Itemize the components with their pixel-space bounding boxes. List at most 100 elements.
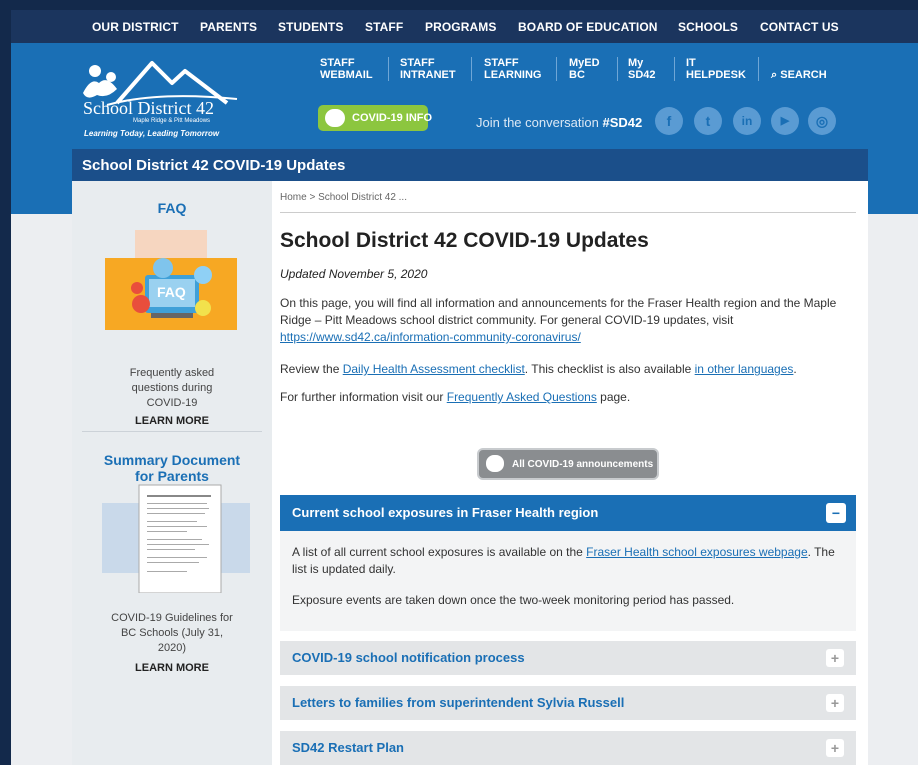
fraser-health-exposures-link[interactable]: Fraser Health school exposures webpage [586, 545, 807, 559]
link-line2: HELPDESK [686, 69, 746, 81]
review-pre: Review the [280, 362, 343, 376]
link-staff-intranet[interactable]: STAFF INTRANET [400, 57, 456, 81]
announcements-label: All COVID-19 announcements [512, 459, 654, 470]
divider [388, 57, 389, 81]
link-my-sd42[interactable]: My SD42 [628, 57, 656, 81]
further-pre: For further information visit our [280, 390, 447, 404]
summary-description: COVID-19 Guidelines for BC Schools (July… [111, 612, 233, 654]
link-line1: STAFF [400, 57, 435, 69]
nav-contact-us[interactable]: CONTACT US [760, 20, 839, 34]
faq-illustration-icon [105, 230, 237, 330]
facebook-icon[interactable]: f [655, 107, 683, 135]
divider [556, 57, 557, 81]
plus-icon[interactable]: + [826, 694, 844, 712]
breadcrumb[interactable]: Home > School District 42 ... [280, 192, 407, 203]
accordion-header-restart-plan[interactable]: SD42 Restart Plan + [280, 731, 856, 765]
all-announcements-button[interactable]: All COVID-19 announcements [477, 448, 659, 480]
community-coronavirus-link[interactable]: https://www.sd42.ca/information-communit… [280, 330, 581, 344]
daily-health-checklist-link[interactable]: Daily Health Assessment checklist [343, 362, 525, 376]
review-paragraph: Review the Daily Health Assessment check… [280, 361, 850, 378]
nav-our-district[interactable]: OUR DISTRICT [92, 20, 179, 34]
page-title-bar: School District 42 COVID-19 Updates [72, 149, 868, 181]
logo-subtitle: Maple Ridge & Pitt Meadows [133, 118, 211, 124]
link-line1: STAFF [320, 57, 355, 69]
accordion-title: SD42 Restart Plan [292, 740, 404, 755]
link-it-helpdesk[interactable]: IT HELPDESK [686, 57, 746, 81]
accordion-title: Current school exposures in Fraser Healt… [292, 505, 599, 520]
faq-page-link[interactable]: Frequently Asked Questions [447, 390, 597, 404]
divider [758, 57, 759, 81]
summary-learn-more-link[interactable]: LEARN MORE [72, 662, 272, 674]
link-line1: IT [686, 57, 696, 69]
exposures-paragraph: A list of all current school exposures i… [292, 544, 842, 578]
join-text: Join the conversation [476, 115, 599, 130]
sidebar-divider [82, 431, 262, 432]
intro-paragraph: On this page, you will find all informat… [280, 295, 850, 346]
faq-heading[interactable]: FAQ [72, 200, 272, 216]
nav-students[interactable]: STUDENTS [278, 20, 343, 34]
search-button[interactable]: ⌕ SEARCH [771, 69, 827, 82]
accordion-header-notification-process[interactable]: COVID-19 school notification process + [280, 641, 856, 675]
link-myed-bc[interactable]: MyED BC [569, 57, 600, 81]
link-line2: WEBMAIL [320, 69, 373, 81]
search-icon: ⌕ [771, 69, 778, 81]
further-info-paragraph: For further information visit our Freque… [280, 389, 850, 406]
faq-description: Frequently asked questions during COVID-… [129, 367, 215, 409]
main-content: Home > School District 42 ... School Dis… [272, 181, 868, 765]
plus-icon[interactable]: + [826, 739, 844, 757]
info-card-icon [486, 455, 504, 472]
sidebar: FAQ FAQ Frequently asked questions durin… [72, 181, 272, 765]
intro-text: On this page, you will find all informat… [280, 296, 837, 327]
accordion-header-school-exposures[interactable]: Current school exposures in Fraser Healt… [280, 495, 856, 531]
link-line2: INTRANET [400, 69, 456, 81]
minus-icon[interactable]: − [826, 503, 846, 523]
review-mid: . This checklist is also available [524, 362, 695, 376]
title-bar-text: School District 42 COVID-19 Updates [82, 157, 346, 174]
instagram-icon[interactable]: ◎ [808, 107, 836, 135]
faq-illustration[interactable]: FAQ [105, 230, 237, 330]
search-label: SEARCH [780, 69, 827, 81]
youtube-icon[interactable]: ▶ [771, 107, 799, 135]
further-post: page. [596, 390, 631, 404]
nav-programs[interactable]: PROGRAMS [425, 20, 496, 34]
exposures-pre: A list of all current school exposures i… [292, 545, 587, 559]
link-line1: MyED [569, 57, 600, 69]
link-staff-learning[interactable]: STAFF LEARNING [484, 57, 541, 81]
covid-info-button[interactable]: COVID-19 INFO [318, 105, 432, 131]
page: OUR DISTRICT PARENTS STUDENTS STAFF PROG… [11, 10, 918, 765]
join-conversation: Join the conversation #SD42 [476, 115, 642, 130]
accordion-header-superintendent-letters[interactable]: Letters to families from superintendent … [280, 686, 856, 720]
top-navigation: OUR DISTRICT PARENTS STUDENTS STAFF PROG… [11, 10, 918, 43]
accordion-title: Letters to families from superintendent … [292, 695, 625, 710]
link-line2: LEARNING [484, 69, 542, 81]
linkedin-icon[interactable]: in [733, 107, 761, 135]
updated-date: Updated November 5, 2020 [280, 267, 428, 281]
info-card-icon [325, 109, 345, 127]
divider [471, 57, 472, 81]
link-line2: SD42 [628, 69, 656, 81]
review-post: . [793, 362, 797, 376]
plus-icon[interactable]: + [826, 649, 844, 667]
hashtag: #SD42 [602, 115, 643, 130]
summary-document-thumbnail[interactable] [102, 481, 250, 594]
accordion-body-school-exposures: A list of all current school exposures i… [280, 531, 856, 631]
summary-heading[interactable]: Summary Document for Parents [97, 452, 247, 484]
link-staff-webmail[interactable]: STAFF WEBMAIL [320, 57, 373, 81]
exposures-note: Exposure events are taken down once the … [292, 593, 735, 607]
faq-learn-more-link[interactable]: LEARN MORE [72, 415, 272, 427]
logo-name: School District 42 [83, 98, 214, 118]
accordion-title: COVID-19 school notification process [292, 650, 525, 665]
nav-staff[interactable]: STAFF [365, 20, 403, 34]
nav-parents[interactable]: PARENTS [200, 20, 257, 34]
faq-img-label: FAQ [157, 284, 186, 300]
link-line2: BC [569, 69, 585, 81]
link-line1: STAFF [484, 57, 519, 69]
other-languages-link[interactable]: in other languages [695, 362, 794, 376]
link-line1: My [628, 57, 644, 69]
document-icon [102, 484, 250, 594]
breadcrumb-divider [280, 212, 856, 213]
logo-tagline: Learning Today, Leading Tomorrow [84, 129, 220, 138]
nav-board-of-education[interactable]: BOARD OF EDUCATION [518, 20, 658, 34]
nav-schools[interactable]: SCHOOLS [678, 20, 738, 34]
twitter-icon[interactable]: t [694, 107, 722, 135]
